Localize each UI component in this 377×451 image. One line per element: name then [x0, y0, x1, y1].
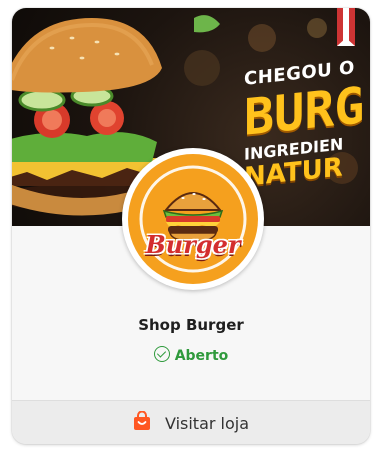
- check-circle-icon: [153, 346, 170, 362]
- shopping-bag-icon: [133, 410, 151, 435]
- burger-icon: [139, 165, 247, 273]
- visit-store-button[interactable]: Visitar loja: [12, 400, 370, 444]
- banner-line-2: BURG: [244, 76, 365, 147]
- shop-name: Shop Burger: [138, 316, 244, 334]
- visit-store-label: Visitar loja: [164, 413, 250, 433]
- banner-headline: CHEGOU O BURG INGREDIEN NATUR: [244, 57, 370, 193]
- store-logo: Burger: [122, 148, 264, 290]
- burger-logo: Burger: [128, 154, 258, 284]
- logo-wordmark: Burger: [145, 230, 241, 259]
- status-label: Aberto: [174, 348, 229, 364]
- open-status: Aberto: [12, 346, 370, 364]
- store-card[interactable]: CHEGOU O BURG INGREDIEN NATUR Burger Sho…: [12, 8, 370, 444]
